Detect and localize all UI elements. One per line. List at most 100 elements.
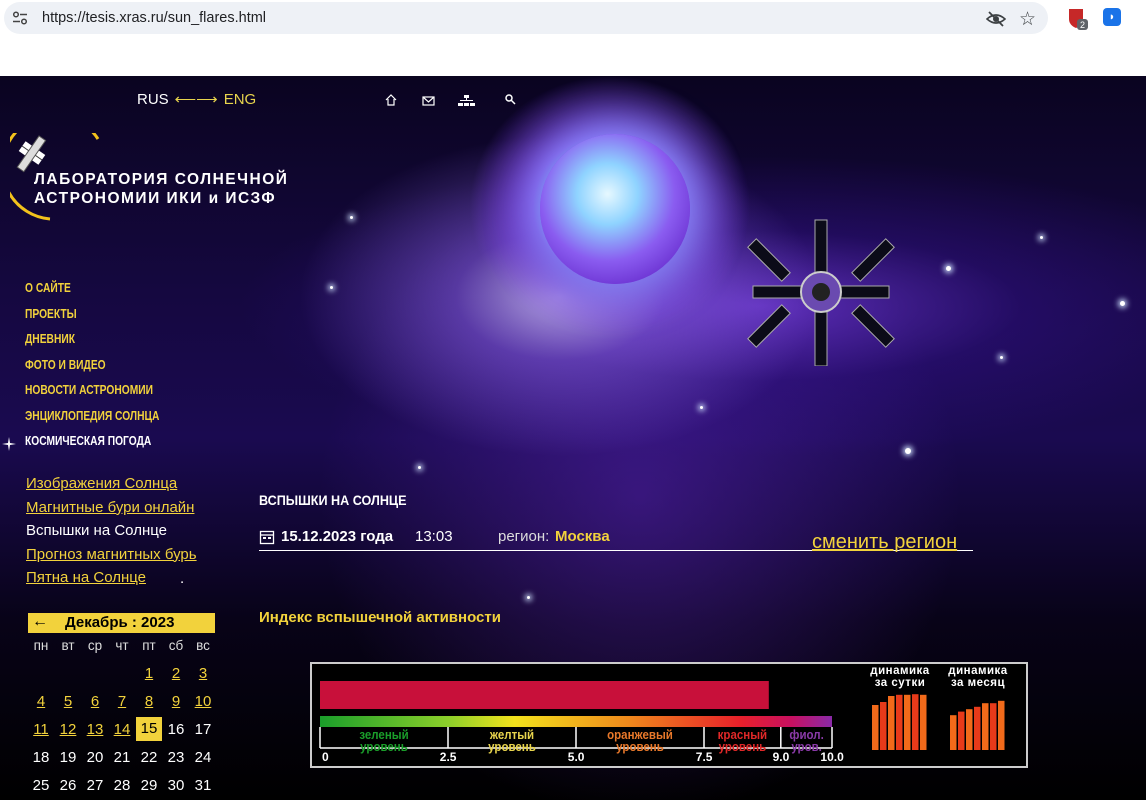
search-icon[interactable] bbox=[505, 94, 516, 105]
star-decor bbox=[418, 466, 421, 469]
calendar-doc-icon bbox=[259, 530, 275, 545]
dynamics-day-bar bbox=[912, 694, 919, 750]
sublink-magnetic-storms-online[interactable]: Магнитные бури онлайн bbox=[26, 499, 197, 523]
nav-item-sun-encyclopedia[interactable]: ЭНЦИКЛОПЕДИЯ СОЛНЦА bbox=[25, 409, 159, 435]
lang-ru-link[interactable]: RUS bbox=[137, 91, 169, 108]
star-decor bbox=[1000, 356, 1003, 359]
logo-line2: АСТРОНОМИИ ИКИ и ИСЗФ bbox=[34, 190, 277, 207]
calendar-day[interactable]: 3 bbox=[190, 665, 216, 682]
calendar-day: 27 bbox=[86, 777, 104, 794]
sublink-storm-forecast[interactable]: Прогноз магнитных бурь bbox=[26, 546, 197, 570]
calendar-day: 20 bbox=[86, 749, 104, 766]
dynamics-month-bar bbox=[982, 703, 989, 750]
main-nav: О САЙТЕ ПРОЕКТЫ ДНЕВНИК ФОТО И ВИДЕО НОВ… bbox=[25, 281, 189, 460]
sublink-sunspots-label: Пятна на Солнце bbox=[26, 569, 147, 586]
star-decor bbox=[905, 448, 911, 454]
calendar-day[interactable]: 9 bbox=[163, 693, 189, 710]
calendar-prev-arrow-icon[interactable]: ← bbox=[32, 613, 48, 631]
home-icon[interactable] bbox=[385, 94, 397, 106]
star-decor bbox=[330, 286, 333, 289]
calendar-day: 23 bbox=[167, 749, 185, 766]
eye-off-icon[interactable] bbox=[986, 10, 1006, 28]
top-icons bbox=[385, 94, 516, 106]
level-label: желтый уровень bbox=[488, 728, 536, 754]
calendar-day: 17 bbox=[194, 721, 212, 738]
flare-index-bar bbox=[320, 681, 769, 709]
calendar-day[interactable]: 14 bbox=[109, 721, 135, 738]
dynamics-month-bar bbox=[958, 711, 965, 750]
calendar-day: 28 bbox=[113, 777, 131, 794]
page: RUS ⟵⟶ ENG ЛАБОРАТОРИЯ СОЛНЕЧНОЙ АСТРОНОМИ… bbox=[0, 76, 1146, 800]
star-decor bbox=[946, 266, 951, 271]
calendar-day: 29 bbox=[140, 777, 158, 794]
lang-arrow: ⟵⟶ bbox=[174, 91, 218, 108]
url-text[interactable]: https://tesis.xras.ru/sun_flares.html bbox=[42, 10, 266, 26]
calendar-day: 26 bbox=[59, 777, 77, 794]
calendar-day[interactable]: 6 bbox=[82, 693, 108, 710]
region-value: Москва bbox=[555, 528, 610, 545]
region-label: регион: bbox=[498, 528, 550, 545]
calendar-dow: сб bbox=[168, 638, 184, 653]
extension-shield-icon[interactable]: 2 bbox=[1066, 7, 1088, 31]
sublink-sunspots[interactable]: Пятна на Солнце bbox=[26, 569, 197, 593]
trailing-dot: . bbox=[180, 570, 185, 587]
star-decor bbox=[1040, 236, 1043, 239]
bookmark-star-icon[interactable]: ☆ bbox=[1019, 8, 1036, 31]
calendar-day[interactable]: 2 bbox=[163, 665, 189, 682]
nav-item-projects[interactable]: ПРОЕКТЫ bbox=[25, 307, 159, 333]
change-region-link[interactable]: сменить регион bbox=[812, 531, 957, 554]
nav-item-astronomy-news[interactable]: НОВОСТИ АСТРОНОМИИ bbox=[25, 383, 159, 409]
calendar-day[interactable]: 11 bbox=[28, 721, 54, 738]
dynamics-month-bar bbox=[950, 715, 957, 750]
calendar-day: 30 bbox=[167, 777, 185, 794]
calendar-dow: пт bbox=[142, 638, 156, 653]
nav-item-about[interactable]: О САЙТЕ bbox=[25, 281, 159, 307]
calendar-dow: вт bbox=[61, 638, 75, 653]
calendar-dow: пн bbox=[33, 638, 49, 653]
level-label: зеленый уровень bbox=[359, 728, 409, 754]
calendar-day[interactable]: 15 bbox=[136, 717, 162, 741]
dynamics-day-bar bbox=[880, 702, 887, 750]
browser-chrome: https://tesis.xras.ru/sun_flares.html ☆ … bbox=[0, 0, 1146, 76]
calendar-day[interactable]: 13 bbox=[82, 721, 108, 738]
address-bar[interactable]: https://tesis.xras.ru/sun_flares.html ☆ bbox=[4, 2, 1048, 34]
mail-icon[interactable] bbox=[422, 96, 435, 106]
nav-item-diary[interactable]: ДНЕВНИК bbox=[25, 332, 159, 358]
calendar-day[interactable]: 8 bbox=[136, 693, 162, 710]
extension-icon[interactable]: ◗ bbox=[1103, 8, 1121, 26]
dynamics-month-bar bbox=[966, 709, 973, 750]
calendar-day[interactable]: 4 bbox=[28, 693, 54, 710]
sublink-sun-images[interactable]: Изображения Солнца bbox=[26, 475, 197, 499]
star-decor bbox=[700, 406, 703, 409]
page-title: ВСПЫШКИ НА СОЛНЦЕ bbox=[259, 492, 407, 508]
dynamics-month-bar bbox=[990, 703, 997, 750]
dynamics-day-label: динамика за сутки bbox=[870, 665, 930, 689]
dynamics-day-bar bbox=[920, 694, 927, 750]
calendar-day: 24 bbox=[194, 749, 212, 766]
calendar-dow: чт bbox=[115, 638, 129, 653]
sublink-solar-flares: Вспышки на Солнце bbox=[26, 522, 167, 539]
dynamics-month-bar bbox=[974, 706, 981, 750]
star-decor bbox=[350, 216, 353, 219]
level-label: фиол. уров. bbox=[789, 728, 824, 754]
calendar-day[interactable]: 1 bbox=[136, 665, 162, 682]
nav-item-photo-video[interactable]: ФОТО И ВИДЕО bbox=[25, 358, 159, 384]
lang-en-link[interactable]: ENG bbox=[224, 91, 257, 108]
language-switch: RUS ⟵⟶ ENG bbox=[137, 90, 256, 108]
calendar-day[interactable]: 12 bbox=[55, 721, 81, 738]
calendar-day[interactable]: 7 bbox=[109, 693, 135, 710]
sitemap-icon[interactable] bbox=[458, 95, 475, 106]
calendar-day: 19 bbox=[59, 749, 77, 766]
calendar-day[interactable]: 10 bbox=[190, 693, 216, 710]
time-text: 13:03 bbox=[415, 528, 453, 545]
site-info-icon[interactable] bbox=[12, 11, 28, 25]
dynamics-day-bar bbox=[896, 694, 903, 750]
calendar-day[interactable]: 5 bbox=[55, 693, 81, 710]
dynamics-day-bar bbox=[872, 705, 879, 750]
calendar-dow: ср bbox=[87, 638, 103, 653]
nav-item-space-weather[interactable]: КОСМИЧЕСКАЯ ПОГОДА bbox=[25, 434, 159, 460]
calendar-day: 22 bbox=[140, 749, 158, 766]
scale-gradient-strip bbox=[320, 716, 832, 727]
star-decor bbox=[1120, 301, 1125, 306]
lab-logo-text[interactable]: ЛАБОРАТОРИЯ СОЛНЕЧНОЙ АСТРОНОМИИ ИКИ и И… bbox=[34, 170, 288, 208]
